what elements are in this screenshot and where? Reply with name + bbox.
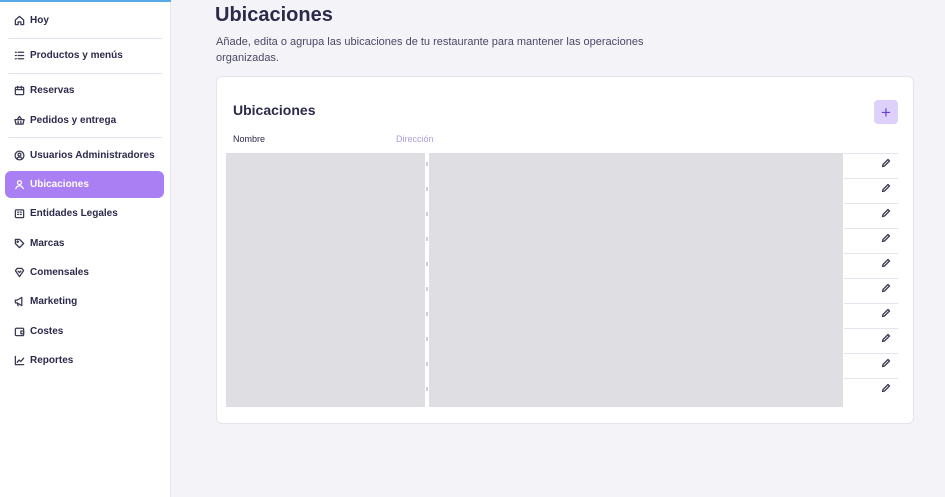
sidebar-item-marcas[interactable]: Marcas	[5, 230, 164, 257]
pencil-icon[interactable]	[880, 332, 892, 344]
redacted-addresses-block	[429, 153, 843, 407]
redaction-sliver	[426, 362, 428, 366]
redaction-sliver	[426, 237, 428, 241]
row-separator	[844, 153, 898, 154]
top-accent-line	[0, 0, 171, 2]
sidebar-item-reservas[interactable]: Reservas	[5, 77, 164, 104]
redacted-names-block	[226, 153, 425, 407]
page-title: Ubicaciones	[215, 4, 333, 26]
pencil-icon[interactable]	[880, 257, 892, 269]
sidebar-item-label: Reservas	[30, 85, 75, 96]
page-description: Añade, edita o agrupa las ubicaciones de…	[216, 36, 644, 64]
location-user-icon	[13, 179, 25, 191]
redaction-sliver	[426, 187, 428, 191]
sidebar-divider	[8, 137, 162, 138]
sidebar-item-label: Usuarios Administradores	[30, 150, 155, 161]
pencil-icon[interactable]	[880, 307, 892, 319]
row-separator	[844, 228, 898, 229]
sidebar-item-pedidos[interactable]: Pedidos y entrega	[5, 107, 164, 134]
sidebar: Hoy Productos y menús Reservas Pedidos y…	[0, 0, 171, 497]
pencil-icon[interactable]	[880, 182, 892, 194]
row-separator	[844, 353, 898, 354]
column-header-name[interactable]: Nombre	[233, 134, 265, 144]
redaction-sliver	[426, 287, 428, 291]
sidebar-item-ubicaciones[interactable]: Ubicaciones	[5, 171, 164, 198]
home-icon	[13, 15, 25, 27]
basket-icon	[13, 115, 25, 127]
row-separator	[844, 178, 898, 179]
sidebar-item-hoy[interactable]: Hoy	[5, 7, 164, 34]
redaction-sliver	[426, 337, 428, 341]
sidebar-item-label: Marcas	[30, 238, 65, 249]
card-title: Ubicaciones	[233, 102, 316, 118]
column-header-address[interactable]: Dirección	[396, 134, 434, 144]
sidebar-item-comensales[interactable]: Comensales	[5, 259, 164, 286]
redaction-sliver	[426, 162, 428, 166]
building-icon	[13, 208, 25, 220]
add-location-button[interactable]: +	[874, 100, 898, 124]
tag-icon	[13, 238, 25, 250]
sidebar-item-label: Entidades Legales	[30, 208, 118, 219]
sidebar-item-label: Pedidos y entrega	[30, 115, 117, 126]
list-icon	[13, 50, 25, 62]
sidebar-item-entidades[interactable]: Entidades Legales	[5, 200, 164, 227]
sidebar-item-reportes[interactable]: Reportes	[5, 347, 164, 374]
megaphone-icon	[13, 296, 25, 308]
redaction-sliver	[426, 387, 428, 391]
pencil-icon[interactable]	[880, 207, 892, 219]
pencil-icon[interactable]	[880, 382, 892, 394]
row-separator	[844, 328, 898, 329]
user-circle-icon	[13, 150, 25, 162]
pencil-icon[interactable]	[880, 157, 892, 169]
sidebar-item-label: Marketing	[30, 296, 78, 307]
redaction-sliver	[426, 212, 428, 216]
row-separator	[844, 378, 898, 379]
sidebar-item-label: Reportes	[30, 355, 74, 366]
sidebar-item-marketing[interactable]: Marketing	[5, 288, 164, 315]
sidebar-item-label: Productos y menús	[30, 50, 123, 61]
locations-card: Ubicaciones + Nombre Dirección	[216, 76, 914, 424]
sidebar-divider	[8, 38, 162, 39]
sidebar-item-label: Costes	[30, 326, 64, 337]
wallet-icon	[13, 326, 25, 338]
calendar-icon	[13, 85, 25, 97]
pencil-icon[interactable]	[880, 282, 892, 294]
sidebar-item-label: Hoy	[30, 15, 49, 26]
pencil-icon[interactable]	[880, 357, 892, 369]
redaction-sliver	[426, 262, 428, 266]
heart-badge-icon	[13, 267, 25, 279]
sidebar-divider	[8, 73, 162, 74]
sidebar-item-productos[interactable]: Productos y menús	[5, 42, 164, 69]
row-separator	[844, 278, 898, 279]
sidebar-item-usuarios[interactable]: Usuarios Administradores	[5, 142, 164, 169]
pencil-icon[interactable]	[880, 232, 892, 244]
row-separator	[844, 253, 898, 254]
row-separator	[844, 203, 898, 204]
chart-icon	[13, 355, 25, 367]
sidebar-item-costes[interactable]: Costes	[5, 318, 164, 345]
row-separator	[844, 303, 898, 304]
redaction-sliver	[426, 312, 428, 316]
sidebar-item-label: Ubicaciones	[30, 179, 89, 190]
sidebar-item-label: Comensales	[30, 267, 89, 278]
